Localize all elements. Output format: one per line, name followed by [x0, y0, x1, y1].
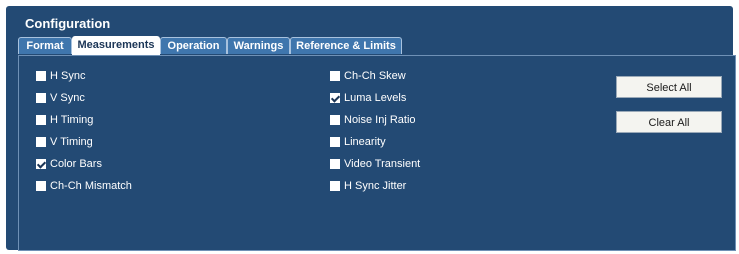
checkbox-box[interactable]: [36, 115, 46, 125]
checkbox-box[interactable]: [330, 93, 340, 103]
checkbox-box[interactable]: [330, 159, 340, 169]
measurements-tab-content: H Sync V Sync H Timing V Timing Color Ba…: [18, 55, 736, 251]
checkbox-box[interactable]: [36, 181, 46, 191]
checkbox-label: V Timing: [50, 136, 93, 148]
configuration-panel: Configuration Format Measurements Operat…: [6, 6, 736, 251]
checkbox-box[interactable]: [330, 115, 340, 125]
checkbox-label: Video Transient: [344, 158, 421, 170]
checkbox-box[interactable]: [330, 71, 340, 81]
checkbox-label: Linearity: [344, 136, 386, 148]
checkbox-label: H Sync Jitter: [344, 180, 407, 192]
tab-measurements[interactable]: Measurements: [72, 36, 160, 55]
checkbox-box[interactable]: [36, 71, 46, 81]
checkbox-box[interactable]: [330, 181, 340, 191]
checkbox-label: H Timing: [50, 114, 94, 126]
checkbox-box[interactable]: [36, 93, 46, 103]
checkbox-label: Luma Levels: [344, 92, 407, 104]
checkbox-box[interactable]: [36, 159, 46, 169]
checkbox-label: H Sync: [50, 70, 86, 82]
tab-operation[interactable]: Operation: [160, 37, 227, 54]
checkbox-label: V Sync: [50, 92, 85, 104]
tab-format[interactable]: Format: [18, 37, 72, 54]
checkbox-box[interactable]: [36, 137, 46, 147]
checkbox-label: Noise Inj Ratio: [344, 114, 416, 126]
checkbox-label: Color Bars: [50, 158, 102, 170]
checkbox-label: Ch-Ch Skew: [344, 70, 406, 82]
select-all-button[interactable]: Select All: [616, 76, 722, 98]
panel-title: Configuration: [25, 16, 111, 31]
clear-all-button[interactable]: Clear All: [616, 111, 722, 133]
checkbox-box[interactable]: [330, 137, 340, 147]
tab-reference-limits[interactable]: Reference & Limits: [290, 37, 402, 54]
tab-warnings[interactable]: Warnings: [227, 37, 290, 54]
checkbox-label: Ch-Ch Mismatch: [50, 180, 132, 192]
